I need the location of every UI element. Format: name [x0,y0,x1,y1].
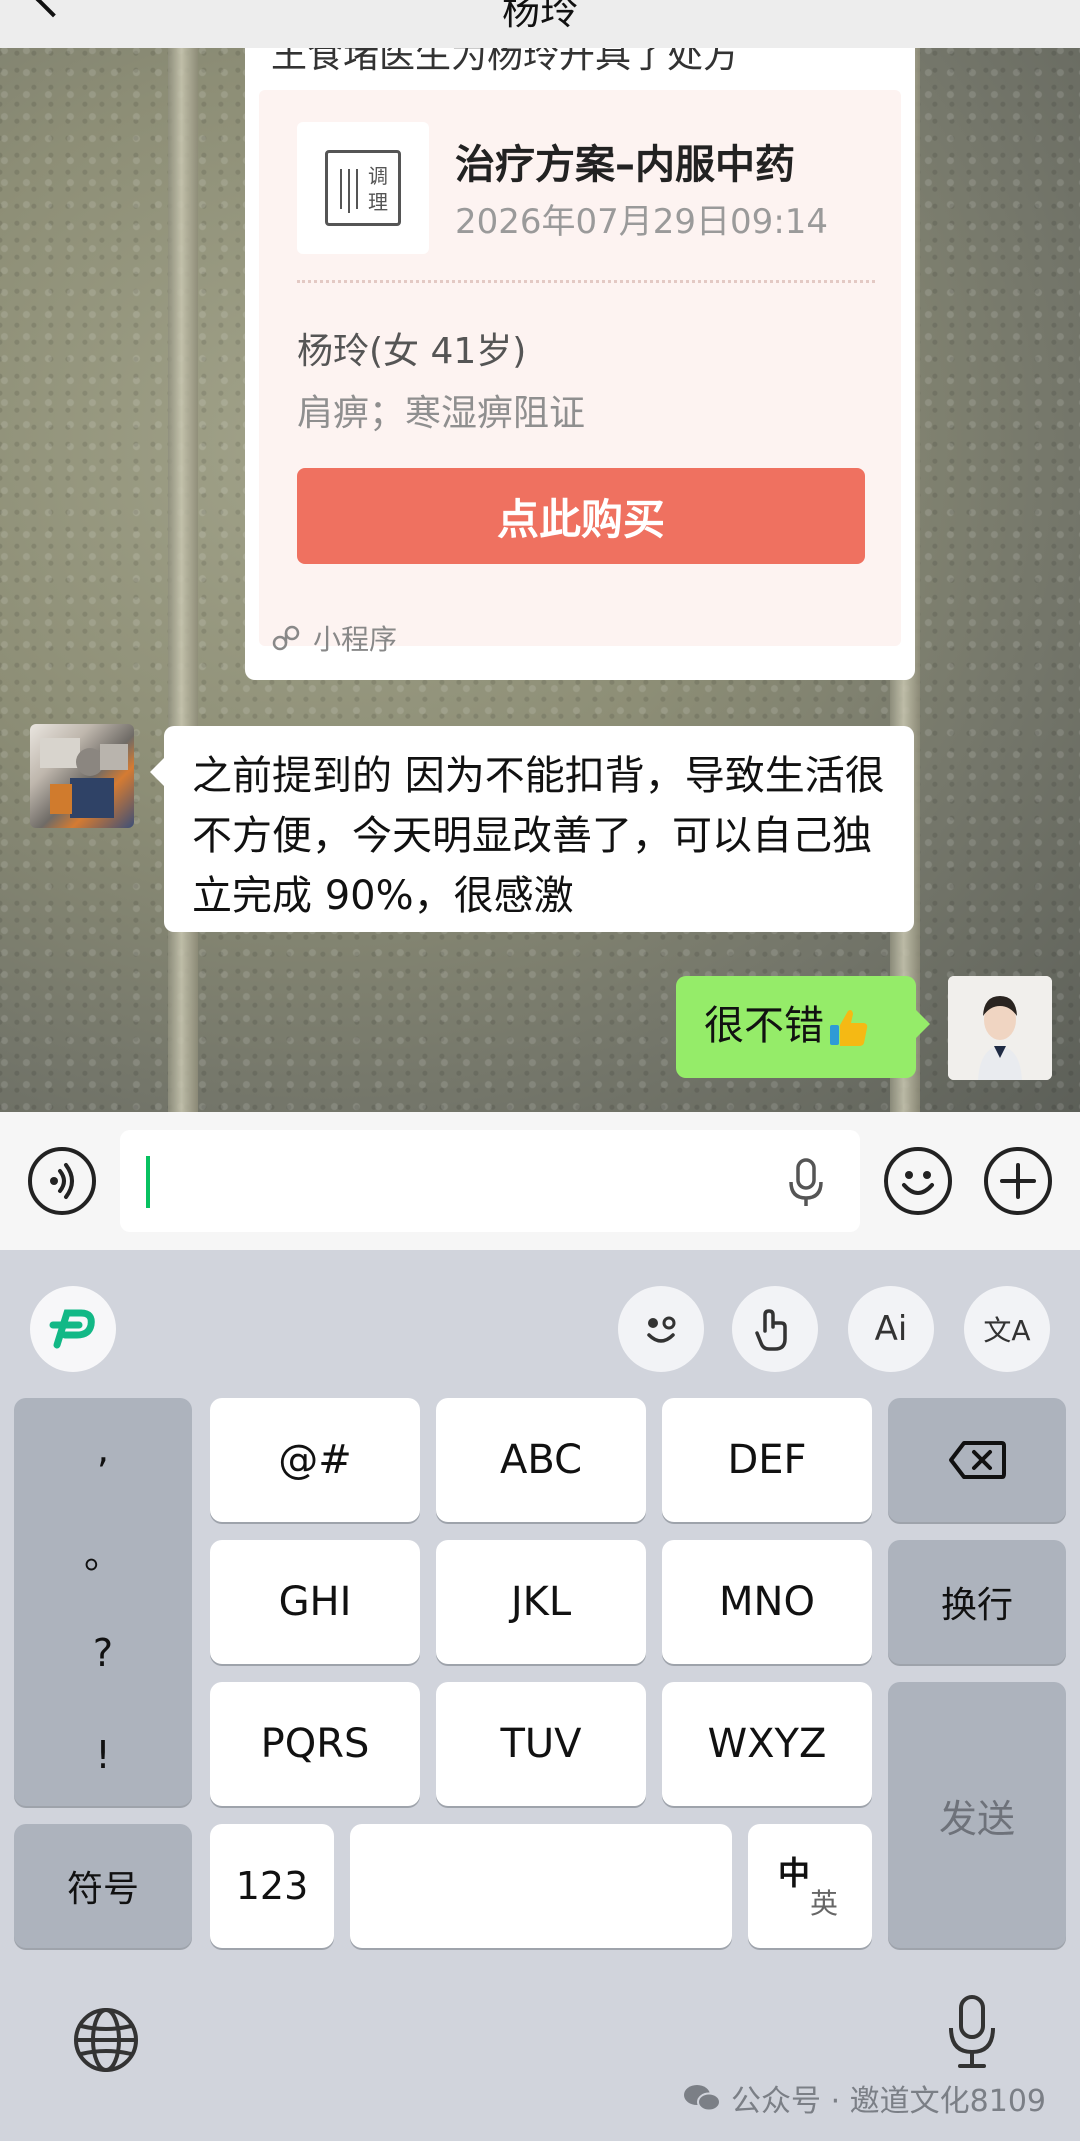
patient-info: 杨玲(女 41岁) [297,331,527,372]
outgoing-message[interactable]: 很不错 [676,976,930,1078]
lang-en-label: 英 [810,1887,839,1920]
key-pqrs[interactable]: PQRS [210,1682,420,1806]
text-cursor [146,1156,150,1208]
message-input[interactable] [120,1130,860,1232]
key-wxyz[interactable]: WXYZ [662,1682,872,1806]
ai-icon[interactable]: Ai [848,1286,934,1372]
emoji-icon[interactable] [884,1147,952,1215]
incoming-message[interactable]: 之前提到的 因为不能扣背，导致生活很不方便，今天明显改善了，可以自己独立完成 9… [150,726,914,932]
punct-key-question[interactable]: ? [14,1602,192,1704]
chat-title: 杨玲 [501,0,578,33]
mini-program-footer: 小程序 [271,618,397,658]
mini-program-label: 小程序 [313,623,398,656]
background-bar [168,40,198,1112]
buy-button[interactable]: 点此购买 [297,468,865,564]
punctuation-column: , 。 ? ! [14,1398,192,1806]
outgoing-message-text: 很不错 [704,1003,824,1049]
translate-icon-label: 文A [983,1314,1031,1347]
backspace-key[interactable] [888,1398,1066,1522]
number-key[interactable]: 123 [210,1824,334,1948]
key-abc[interactable]: ABC [436,1398,646,1522]
key-mno[interactable]: MNO [662,1540,872,1664]
translate-icon[interactable]: 文A [964,1286,1050,1372]
language-switch-key[interactable]: 中 英 [748,1824,872,1948]
keyboard-logo-icon[interactable] [30,1286,116,1372]
space-key[interactable] [350,1824,732,1948]
contact-avatar[interactable] [30,724,134,828]
emoji-face-icon[interactable] [618,1286,704,1372]
card-logo: 调理 [297,122,429,254]
key-jkl[interactable]: JKL [436,1540,646,1664]
gesture-hand-icon[interactable] [732,1286,818,1372]
diagnosis-text: 肩痹；寒湿痹阻证 [297,393,586,434]
top-nav: 杨玲 [0,0,1080,48]
punct-key-comma[interactable]: , [14,1398,192,1500]
card-body: 调理 治疗方案–内服中药 2026年07月29日09:14 杨玲(女 41岁) … [259,90,901,646]
mini-program-icon [272,625,300,651]
punct-key-exclamation[interactable]: ! [14,1704,192,1806]
watermark-text: 公众号 · 邀道文化8109 [731,2084,1046,2119]
card-title: 治疗方案–内服中药 [455,142,795,188]
watermark: 公众号 · 邀道文化8109 [683,2076,1046,2120]
lang-zh-label: 中 [778,1854,811,1892]
dotted-divider [297,280,875,283]
key-symbols[interactable]: @# [210,1398,420,1522]
plus-icon[interactable] [984,1147,1052,1215]
thumbs-up-icon [830,1010,868,1046]
key-def[interactable]: DEF [662,1398,872,1522]
chat-area: 王食堵医生为杨玲开具了处方 调理 治疗方案–内服中药 2026年07月29日09… [0,0,1080,1112]
mic-icon[interactable] [786,1158,826,1208]
input-bar [0,1112,1080,1250]
card-time: 2026年07月29日09:14 [455,202,829,242]
ai-icon-label: Ai [874,1309,908,1349]
my-avatar-photo [948,976,1052,1080]
backspace-icon [949,1441,1006,1479]
logo-text: 调理 [368,164,388,214]
newline-key[interactable]: 换行 [888,1540,1066,1664]
send-key[interactable]: 发送 [888,1682,1066,1948]
globe-icon[interactable] [72,2006,140,2074]
dictation-mic-icon[interactable] [946,1994,998,2070]
voice-mode-icon[interactable] [28,1147,96,1215]
wechat-icon [684,2085,722,2112]
contact-avatar-photo [40,738,128,818]
logo-mark-icon: 调理 [325,150,401,226]
punct-key-period[interactable]: 。 [14,1500,192,1602]
key-tuv[interactable]: TUV [436,1682,646,1806]
key-ghi[interactable]: GHI [210,1540,420,1664]
keyboard: Ai 文A , 。 ? ! @# ABC DEF GHI JKL MNO 换行 … [0,1250,1080,2141]
my-avatar[interactable] [948,976,1052,1080]
mini-program-card[interactable]: 王食堵医生为杨玲开具了处方 调理 治疗方案–内服中药 2026年07月29日09… [245,35,915,680]
symbol-key[interactable]: 符号 [14,1824,192,1948]
